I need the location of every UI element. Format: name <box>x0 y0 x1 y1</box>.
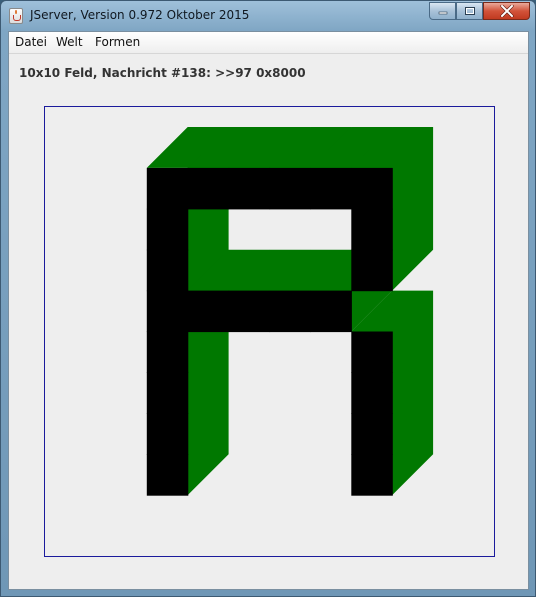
board-cell[interactable] <box>146 167 189 210</box>
board-canvas[interactable] <box>44 106 495 557</box>
menu-datei[interactable]: Datei <box>15 35 47 49</box>
java-app-icon <box>9 8 23 24</box>
board-cell[interactable] <box>310 167 352 210</box>
board-cell[interactable] <box>146 249 189 292</box>
maximize-button[interactable] <box>456 2 483 20</box>
board-cell[interactable] <box>351 208 393 251</box>
minimize-button[interactable] <box>429 2 456 20</box>
board-cell[interactable] <box>187 167 230 210</box>
menu-welt[interactable]: Welt <box>56 35 83 49</box>
board-cell[interactable] <box>146 454 189 496</box>
minimize-icon <box>438 11 447 15</box>
cup-shape <box>13 15 21 21</box>
board-cell[interactable] <box>146 413 189 455</box>
board-cell[interactable] <box>310 290 352 333</box>
board-cell[interactable] <box>187 290 230 333</box>
close-button[interactable] <box>483 2 530 20</box>
board-grid <box>146 127 434 496</box>
board-cell[interactable] <box>269 290 312 333</box>
board-cell[interactable] <box>351 331 393 374</box>
window-title: JServer, Version 0.972 Oktober 2015 <box>30 8 250 22</box>
board-cell[interactable] <box>146 372 189 414</box>
status-message: 10x10 Feld, Nachricht #138: >>97 0x8000 <box>19 66 306 80</box>
cell-faces <box>146 167 393 496</box>
board-cell[interactable] <box>228 167 271 210</box>
board-cell[interactable] <box>351 454 393 496</box>
board-cell[interactable] <box>146 290 189 333</box>
steam-shape <box>15 10 17 14</box>
application-window: JServer, Version 0.972 Oktober 2015 Date… <box>0 0 536 597</box>
maximize-icon <box>464 7 475 15</box>
client-area: Datei Welt Formen 10x10 Feld, Nachricht … <box>8 31 529 590</box>
board-cell[interactable] <box>146 331 189 374</box>
board-cell[interactable] <box>146 208 189 251</box>
board-cell[interactable] <box>351 413 393 455</box>
close-icon <box>499 5 514 17</box>
title-bar[interactable]: JServer, Version 0.972 Oktober 2015 <box>1 1 535 31</box>
menu-formen[interactable]: Formen <box>95 35 140 49</box>
menu-bar: Datei Welt Formen <box>9 32 528 54</box>
board-cell[interactable] <box>351 167 393 210</box>
board-cell[interactable] <box>351 249 393 292</box>
board-cell[interactable] <box>351 372 393 414</box>
board-cell[interactable] <box>228 290 271 333</box>
board-cell[interactable] <box>269 167 312 210</box>
